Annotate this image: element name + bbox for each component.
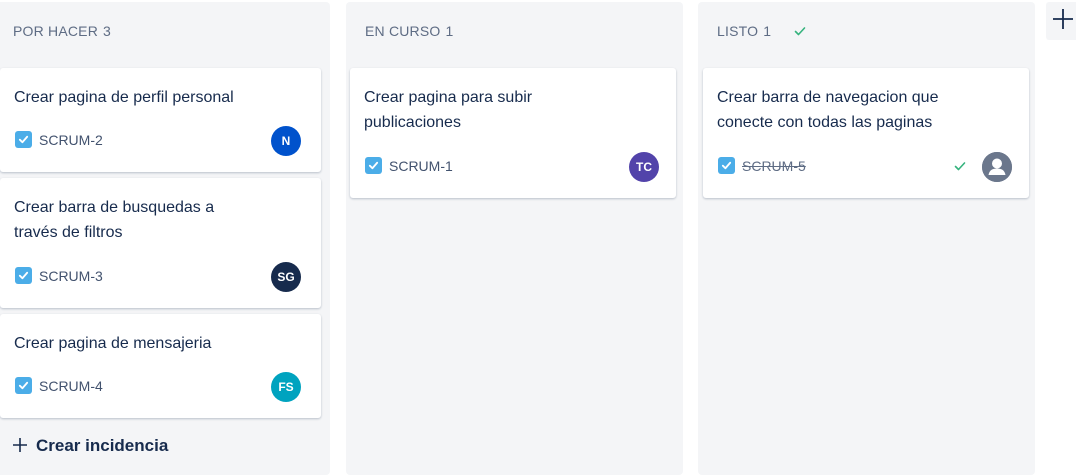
task-type-icon — [15, 267, 32, 284]
column-por-hacer: POR HACER 3 Crear pagina de perfil perso… — [0, 2, 330, 475]
issue-card-scrum-3[interactable]: Crear barra de busquedas a través de fil… — [0, 178, 321, 308]
column-header: POR HACER 3 — [13, 23, 111, 39]
create-issue-button[interactable]: Crear incidencia — [12, 436, 168, 456]
card-meta: SCRUM-3 — [15, 267, 103, 284]
card-meta: SCRUM-2 — [15, 131, 103, 148]
card-title: Crear pagina de perfil personal — [14, 89, 234, 106]
card-meta: SCRUM-4 — [15, 377, 103, 394]
issue-key[interactable]: SCRUM-3 — [39, 268, 103, 284]
card-title: Crear pagina de mensajeria — [14, 335, 212, 352]
issue-key[interactable]: SCRUM-1 — [389, 158, 453, 174]
create-issue-label: Crear incidencia — [36, 436, 169, 455]
plus-icon — [12, 436, 28, 456]
column-count: 1 — [445, 23, 454, 39]
column-title: POR HACER — [13, 23, 99, 39]
column-header: LISTO 1 — [717, 23, 807, 39]
column-listo: LISTO 1 Crear barra de navegacion que co… — [698, 2, 1035, 475]
issue-key[interactable]: SCRUM-5 — [742, 158, 806, 174]
task-type-icon — [15, 377, 32, 394]
column-count: 1 — [763, 23, 772, 39]
column-title: LISTO — [717, 23, 759, 39]
issue-key[interactable]: SCRUM-2 — [39, 132, 103, 148]
card-title: Crear pagina para subir publicaciones — [364, 89, 533, 131]
issue-key[interactable]: SCRUM-4 — [39, 378, 103, 394]
issue-card-scrum-1[interactable]: Crear pagina para subir publicaciones SC… — [350, 68, 676, 198]
task-type-icon — [365, 157, 382, 174]
assignee-avatar[interactable]: FS — [271, 372, 301, 402]
assignee-avatar[interactable]: N — [271, 126, 301, 156]
assignee-avatar[interactable]: SG — [271, 262, 301, 292]
user-icon[interactable] — [982, 152, 1012, 182]
card-title: Crear barra de busquedas a través de fil… — [14, 199, 215, 241]
column-en-curso: EN CURSO 1 Crear pagina para subir publi… — [346, 2, 683, 475]
card-title: Crear barra de navegacion que conecte co… — [717, 89, 939, 131]
issue-card-scrum-4[interactable]: Crear pagina de mensajeria SCRUM-4 FS — [0, 314, 321, 418]
plus-icon — [1052, 8, 1074, 35]
card-meta: SCRUM-5 — [718, 157, 806, 174]
task-type-icon — [718, 157, 735, 174]
column-count: 3 — [103, 23, 112, 39]
issue-card-scrum-2[interactable]: Crear pagina de perfil personal SCRUM-2 … — [0, 68, 321, 172]
assignee-avatar[interactable]: TC — [629, 152, 659, 182]
task-type-icon — [15, 131, 32, 148]
check-icon — [793, 24, 807, 38]
column-title: EN CURSO — [365, 23, 441, 39]
resolved-check-icon — [953, 159, 967, 178]
add-column-button[interactable] — [1046, 2, 1076, 40]
column-header: EN CURSO 1 — [365, 23, 454, 39]
issue-card-scrum-5[interactable]: Crear barra de navegacion que conecte co… — [703, 68, 1029, 198]
card-meta: SCRUM-1 — [365, 157, 453, 174]
